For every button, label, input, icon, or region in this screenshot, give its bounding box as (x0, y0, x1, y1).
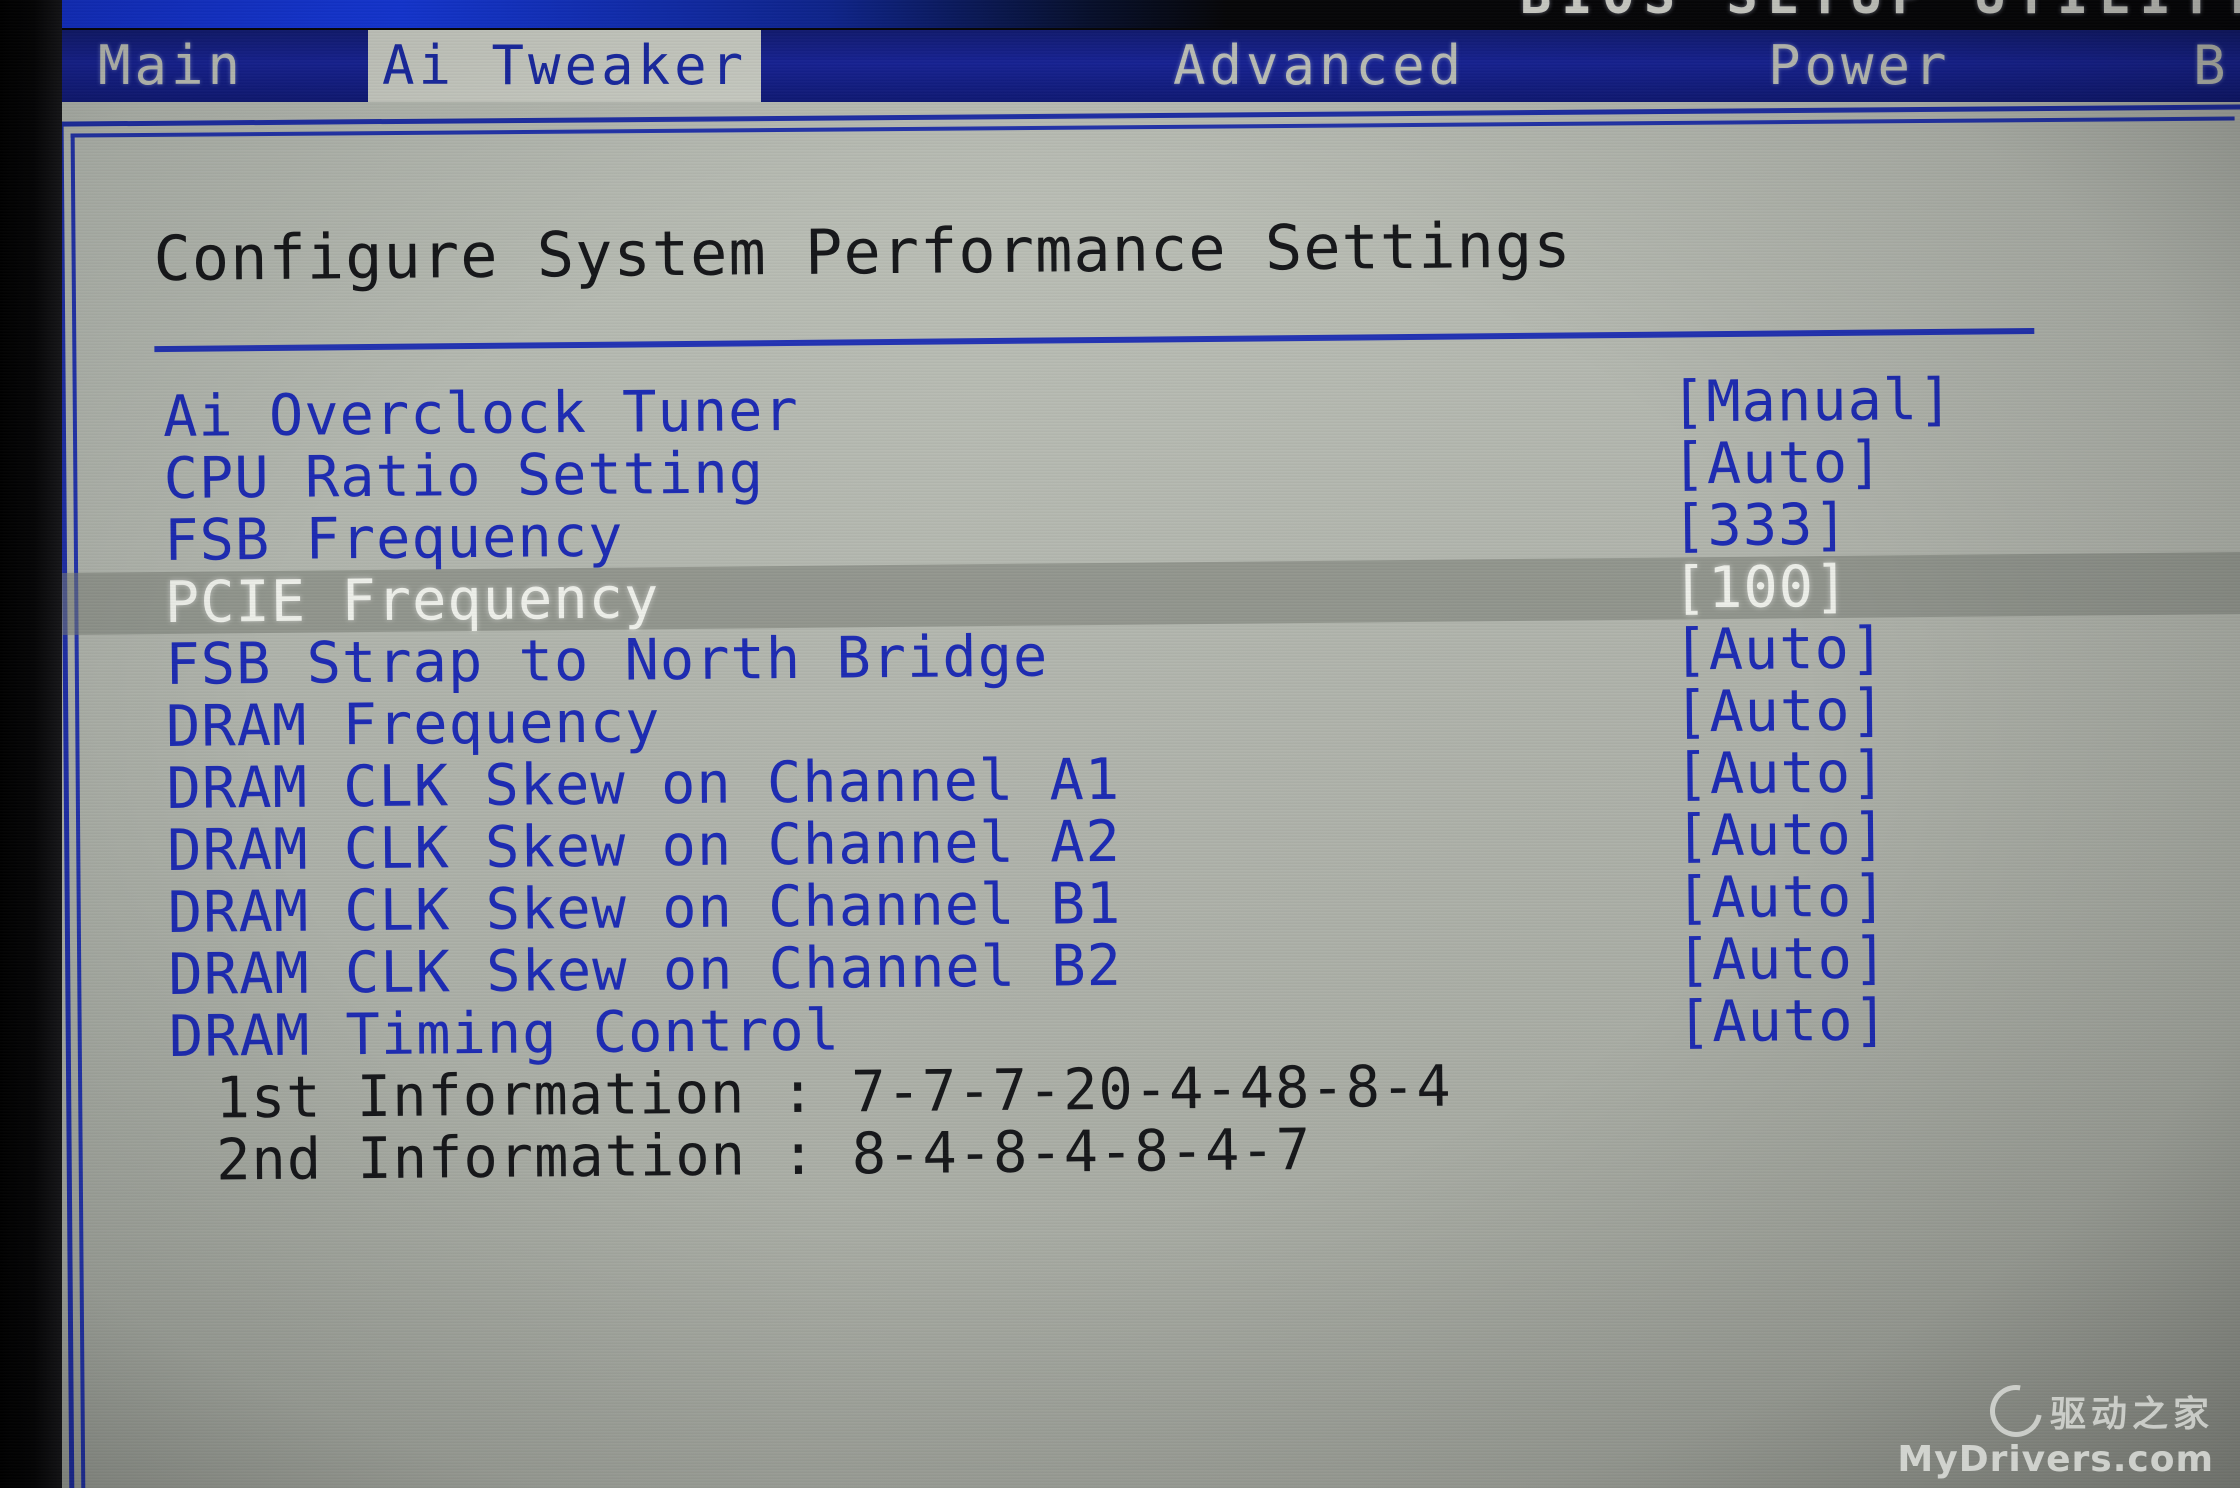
tab-ai-tweaker[interactable]: Ai Tweaker (368, 30, 762, 102)
crt-photo: BIOS SETUP UTILITY Main Ai Tweaker Advan… (0, 0, 2240, 1488)
setting-value[interactable]: [Auto] (1675, 863, 1888, 931)
monitor-bezel (0, 0, 62, 1488)
setting-value[interactable]: [Manual] (1671, 367, 1954, 436)
setting-label: DRAM CLK Skew on Channel B2 (168, 932, 1123, 1008)
settings-panel: Configure System Performance Settings Ai… (56, 101, 2240, 1488)
tab-boot[interactable]: B (2193, 30, 2230, 102)
bios-title: BIOS SETUP UTILITY (1520, 0, 2240, 26)
setting-label: Ai Overclock Tuner (162, 377, 800, 450)
heading-divider (154, 328, 2035, 353)
setting-value[interactable]: [100] (1672, 554, 1849, 622)
setting-label: FSB Strap to North Bridge (165, 623, 1049, 698)
setting-label: 2nd Information : 8-4-8-4-8-4-7 (215, 1117, 1312, 1194)
title-band: BIOS SETUP UTILITY (0, 0, 2240, 30)
watermark-chinese: 驱动之家 (2049, 1394, 2214, 1435)
setting-value[interactable]: [Auto] (1674, 739, 1887, 807)
phosphor-glare (48, 0, 1228, 28)
panel-content: Configure System Performance Settings Ai… (56, 101, 2240, 1488)
setting-label: FSB Frequency (163, 503, 624, 574)
setting-value[interactable]: [333] (1672, 492, 1849, 560)
watermark: 驱动之家 MyDrivers.com (1897, 1374, 2214, 1480)
tab-power[interactable]: Power (1768, 30, 1951, 102)
tab-main[interactable]: Main (98, 30, 244, 102)
setting-label: PCIE Frequency (164, 565, 660, 636)
setting-label: DRAM Frequency (165, 689, 661, 760)
setting-value[interactable]: [Auto] (1674, 677, 1887, 745)
setting-value[interactable]: [Auto] (1676, 925, 1889, 993)
settings-list: Ai Overclock Tuner [Manual] CPU Ratio Sett… (59, 366, 2240, 1194)
setting-label: DRAM Timing Control (168, 997, 841, 1070)
setting-value[interactable]: [Auto] (1677, 987, 1890, 1055)
setting-value[interactable]: [Auto] (1675, 801, 1888, 869)
menu-bar: Main Ai Tweaker Advanced Power B (48, 30, 2240, 102)
watermark-url: MyDrivers.com (1897, 1439, 2214, 1480)
setting-value[interactable]: [Auto] (1673, 615, 1886, 683)
swirl-logo-icon (1979, 1374, 2053, 1448)
section-heading: Configure System Performance Settings (153, 208, 1572, 296)
setting-value[interactable]: [Auto] (1671, 429, 1884, 497)
tab-advanced[interactable]: Advanced (1173, 30, 1465, 102)
setting-label: CPU Ratio Setting (163, 440, 765, 512)
